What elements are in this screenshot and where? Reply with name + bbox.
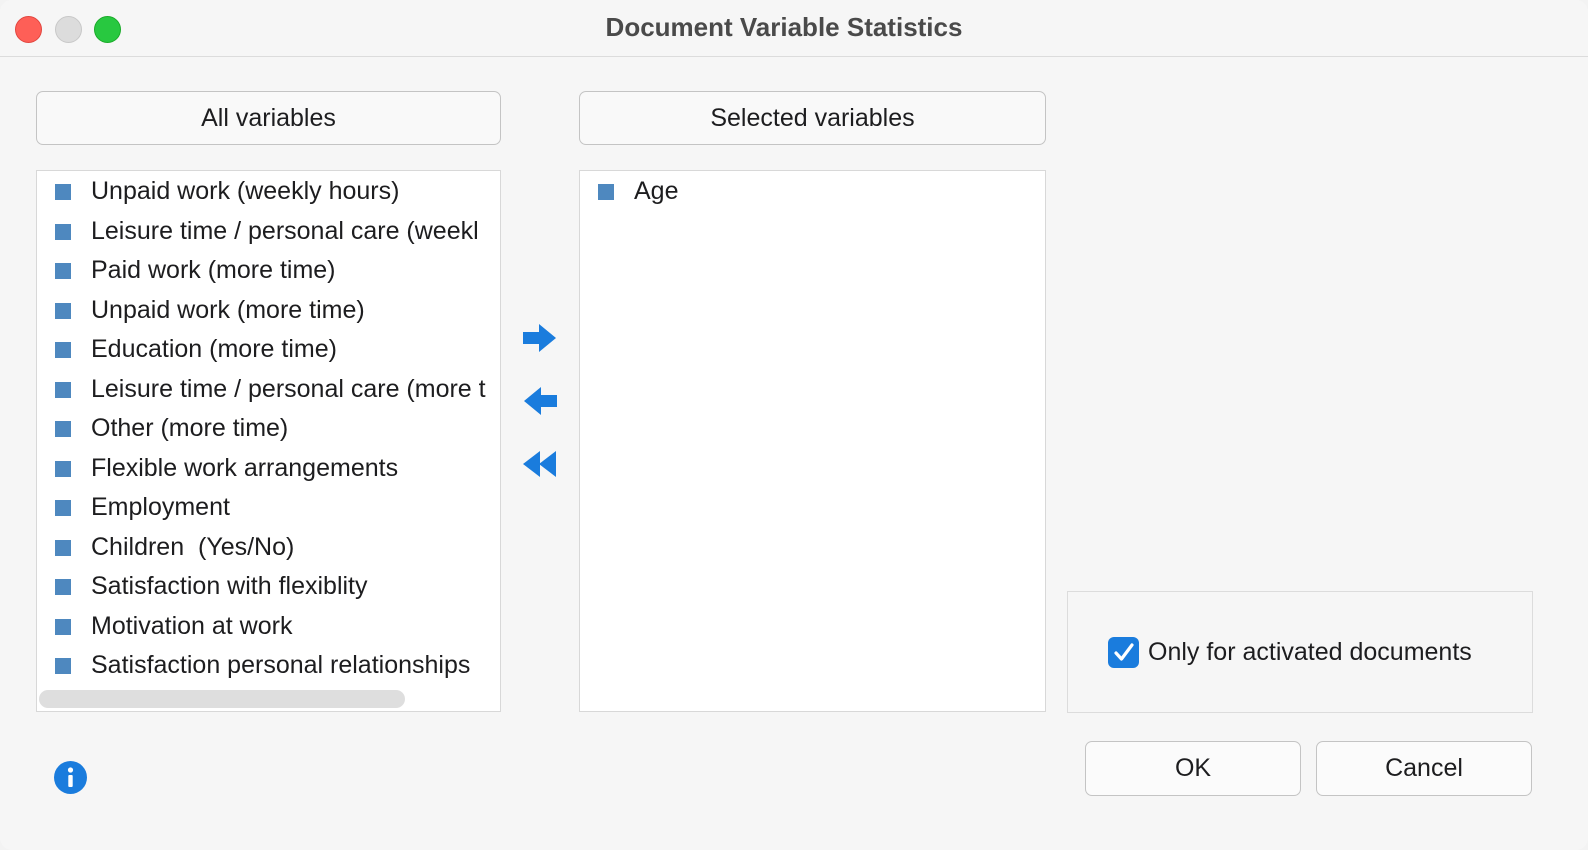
info-icon[interactable] — [53, 760, 88, 795]
variable-marker-icon — [598, 184, 614, 200]
list-item-label: Unpaid work (more time) — [91, 295, 365, 324]
cancel-button[interactable]: Cancel — [1316, 741, 1532, 796]
list-item[interactable]: Other (more time) — [37, 409, 500, 449]
list-item-label: Motivation at work — [91, 611, 293, 640]
all-variables-header-button[interactable]: All variables — [36, 91, 501, 145]
variable-marker-icon — [55, 539, 71, 556]
selected-variables-list[interactable]: Age — [579, 170, 1046, 712]
variable-marker-icon — [55, 500, 71, 516]
list-item-label: Unpaid work (weekly hours) — [91, 177, 400, 205]
horizontal-scrollbar[interactable] — [39, 690, 405, 708]
only-activated-checkbox[interactable] — [1108, 637, 1139, 668]
list-item-label: Flexible work arrangements — [91, 453, 399, 482]
only-activated-label: Only for activated documents — [1148, 638, 1472, 666]
list-item[interactable]: Satisfaction personal relationships — [37, 646, 500, 686]
checkmark-icon — [1114, 643, 1134, 661]
variable-marker-icon — [55, 342, 71, 358]
all-variables-list[interactable]: Unpaid work (weekly hours) Leisure time /… — [36, 170, 501, 712]
selected-variables-header-button[interactable]: Selected variables — [579, 91, 1046, 145]
variable-marker-icon — [55, 223, 71, 240]
list-item[interactable]: Age — [580, 172, 1045, 212]
list-item[interactable]: Satisfaction with flexiblity — [37, 567, 500, 607]
list-item[interactable]: Employment — [37, 488, 500, 528]
list-item-label: Satisfaction with flexiblity — [91, 572, 368, 600]
arrow-left-icon[interactable] — [520, 384, 560, 418]
list-item[interactable]: Unpaid work (weekly hours) — [37, 172, 500, 212]
list-item[interactable]: Paid work (more time) — [37, 251, 500, 291]
variable-marker-icon — [55, 618, 71, 635]
variable-marker-icon — [55, 658, 71, 674]
list-item-label: Children (Yes/No) — [91, 532, 295, 561]
dialog-window: Document Variable Statistics All variabl… — [0, 0, 1588, 850]
list-item[interactable]: Education (more time) — [37, 330, 500, 370]
variable-marker-icon — [55, 421, 71, 437]
variable-marker-icon — [55, 460, 71, 477]
list-item-label: Age — [634, 177, 679, 205]
title-bar: Document Variable Statistics — [0, 0, 1588, 57]
list-item-label: Paid work (more time) — [91, 256, 336, 284]
list-item-label: Education (more time) — [91, 335, 337, 363]
options-panel: Only for activated documents — [1067, 591, 1533, 713]
list-item[interactable]: Unpaid work (more time) — [37, 291, 500, 331]
variable-marker-icon — [55, 263, 71, 279]
ok-button[interactable]: OK — [1085, 741, 1301, 796]
list-item[interactable]: Leisure time / personal care (weekl — [37, 212, 500, 252]
list-item-label: Leisure time / personal care (more t — [91, 374, 486, 403]
double-arrow-left-icon[interactable] — [520, 447, 560, 481]
list-item-label: Other (more time) — [91, 414, 289, 442]
variable-marker-icon — [55, 381, 71, 398]
list-item[interactable]: Leisure time / personal care (more t — [37, 370, 500, 410]
list-item-label: Satisfaction personal relationships — [91, 651, 471, 679]
arrow-right-icon[interactable] — [520, 321, 560, 355]
list-item[interactable]: Children (Yes/No) — [37, 528, 500, 568]
list-item[interactable]: Motivation at work — [37, 607, 500, 647]
list-item[interactable]: Flexible work arrangements — [37, 449, 500, 489]
list-item-label: Employment — [91, 493, 230, 521]
list-item-label: Leisure time / personal care (weekl — [91, 216, 479, 245]
variable-marker-icon — [55, 302, 71, 319]
variable-marker-icon — [55, 579, 71, 595]
variable-marker-icon — [55, 184, 71, 200]
window-title: Document Variable Statistics — [605, 12, 963, 42]
